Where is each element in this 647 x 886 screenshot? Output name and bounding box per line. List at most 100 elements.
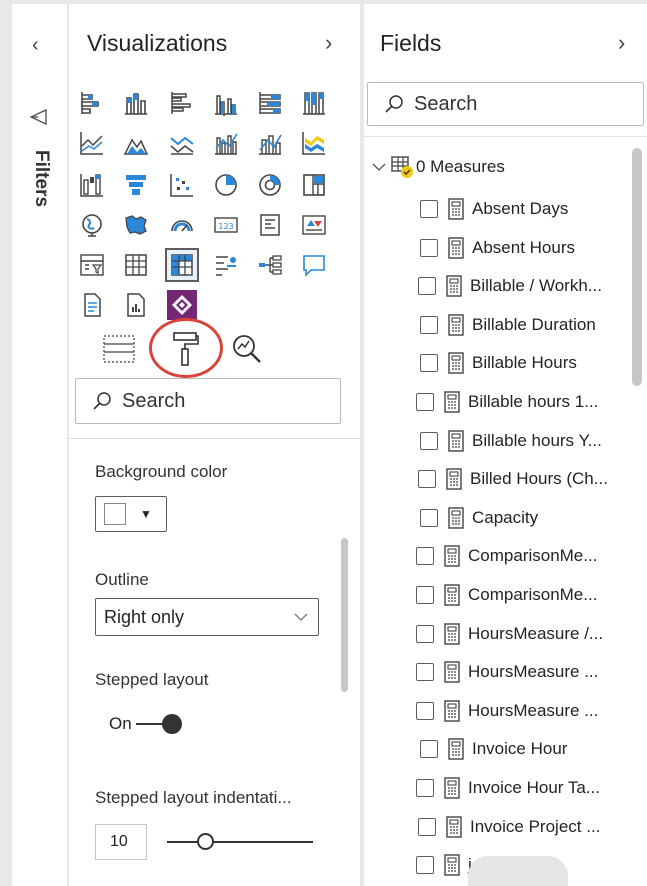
- stacked-area-chart-icon[interactable]: [167, 128, 197, 158]
- field-label: Invoice Hour: [472, 739, 568, 758]
- field-checkbox[interactable]: [420, 200, 438, 218]
- field-checkbox[interactable]: [418, 818, 436, 836]
- 100-stacked-column-chart-icon[interactable]: [299, 88, 329, 118]
- field-checkbox[interactable]: [416, 393, 434, 411]
- field-label: Absent Days: [472, 199, 569, 218]
- qa-icon[interactable]: [299, 250, 329, 280]
- field-checkbox[interactable]: [420, 432, 438, 450]
- outline-dropdown[interactable]: Right only: [95, 598, 319, 636]
- outline-label: Outline: [95, 570, 149, 589]
- card-icon[interactable]: 123: [211, 210, 241, 240]
- chevron-right-icon[interactable]: ›: [325, 30, 332, 56]
- gauge-icon[interactable]: [167, 210, 197, 240]
- slicer-icon[interactable]: [77, 250, 107, 280]
- indentation-slider[interactable]: [167, 833, 313, 850]
- area-chart-icon[interactable]: [121, 128, 151, 158]
- svg-text:123: 123: [218, 222, 233, 231]
- ribbon-chart-icon[interactable]: [299, 128, 329, 158]
- field-item[interactable]: HoursMeasure /...: [416, 617, 628, 651]
- background-color-picker[interactable]: ▼: [95, 496, 167, 532]
- visualizations-search-box[interactable]: Search: [75, 378, 341, 424]
- donut-chart-icon[interactable]: [255, 170, 285, 200]
- field-checkbox[interactable]: [420, 239, 438, 257]
- field-checkbox[interactable]: [416, 625, 434, 643]
- matrix-icon[interactable]: [165, 248, 199, 282]
- field-checkbox[interactable]: [420, 354, 438, 372]
- field-checkbox[interactable]: [416, 663, 434, 681]
- field-item[interactable]: Capacity: [420, 501, 632, 535]
- funnel-chart-icon[interactable]: [121, 170, 151, 200]
- stacked-bar-chart-icon[interactable]: [77, 88, 107, 118]
- key-influencers-icon[interactable]: [211, 250, 241, 280]
- line-clustered-column-icon[interactable]: [211, 128, 241, 158]
- field-item[interactable]: Invoice Hour Ta...: [416, 771, 628, 805]
- field-checkbox[interactable]: [416, 586, 434, 604]
- field-item[interactable]: Invoice Project ...: [418, 810, 630, 844]
- field-item[interactable]: Billable Hours: [420, 346, 632, 380]
- stepped-layout-indentation-label: Stepped layout indentati...: [95, 788, 292, 807]
- paginated-report-icon[interactable]: [121, 290, 151, 320]
- slider-thumb[interactable]: [197, 833, 214, 850]
- scatter-chart-icon[interactable]: [167, 170, 197, 200]
- filters-pane-collapsed[interactable]: ‹ Filters: [12, 4, 68, 886]
- measures-table-node[interactable]: 0 Measures: [372, 154, 505, 180]
- filled-map-icon[interactable]: [121, 210, 151, 240]
- field-checkbox[interactable]: [416, 856, 434, 874]
- clustered-column-chart-icon[interactable]: [211, 88, 241, 118]
- search-placeholder: Search: [122, 389, 186, 412]
- format-paint-roller-icon[interactable]: [165, 326, 205, 372]
- field-item[interactable]: ComparisonMe...: [416, 539, 628, 573]
- fields-search-box[interactable]: Search: [367, 82, 644, 126]
- field-item[interactable]: Billed Hours (Ch...: [418, 462, 630, 496]
- multi-row-card-icon[interactable]: [255, 210, 285, 240]
- background-color-label: Background color: [95, 462, 228, 481]
- waterfall-chart-icon[interactable]: [77, 170, 107, 200]
- stepped-layout-label: Stepped layout: [95, 670, 209, 689]
- field-checkbox[interactable]: [418, 470, 436, 488]
- field-item[interactable]: Billable hours Y...: [420, 424, 632, 458]
- field-checkbox[interactable]: [418, 277, 436, 295]
- field-item[interactable]: HoursMeasure ...: [416, 694, 628, 728]
- chevron-right-icon[interactable]: ›: [618, 30, 625, 56]
- field-checkbox[interactable]: [416, 547, 434, 565]
- analytics-magnifier-icon[interactable]: [227, 326, 267, 372]
- field-item[interactable]: ComparisonMe...: [416, 578, 628, 612]
- fields-tab-icon[interactable]: [99, 326, 139, 372]
- field-checkbox[interactable]: [416, 702, 434, 720]
- field-item[interactable]: Invoice Hour: [420, 732, 632, 766]
- decomposition-tree-icon[interactable]: [255, 250, 285, 280]
- chevron-left-icon[interactable]: ‹: [32, 34, 39, 57]
- field-checkbox[interactable]: [420, 316, 438, 334]
- field-checkbox[interactable]: [420, 740, 438, 758]
- toggle-knob[interactable]: [161, 714, 182, 734]
- smart-narrative-icon[interactable]: [77, 290, 107, 320]
- fields-scrollbar[interactable]: [632, 148, 642, 386]
- format-pane-scrollbar[interactable]: [341, 538, 348, 692]
- field-item[interactable]: Billable hours 1...: [416, 385, 628, 419]
- indentation-input[interactable]: 10: [95, 824, 147, 860]
- table-icon[interactable]: [121, 250, 151, 280]
- pie-chart-icon[interactable]: [211, 170, 241, 200]
- line-stacked-column-icon[interactable]: [255, 128, 285, 158]
- line-chart-icon[interactable]: [77, 128, 107, 158]
- field-item[interactable]: HoursMeasure ...: [416, 655, 628, 689]
- field-item[interactable]: Billable / Workh...: [418, 269, 630, 303]
- field-checkbox[interactable]: [420, 509, 438, 527]
- field-item[interactable]: Billable Duration: [420, 308, 632, 342]
- treemap-icon[interactable]: [299, 170, 329, 200]
- field-item[interactable]: Absent Hours: [420, 231, 632, 265]
- stepped-layout-toggle[interactable]: On: [109, 714, 182, 734]
- field-checkbox[interactable]: [416, 779, 434, 797]
- filters-label: Filters: [31, 150, 52, 208]
- clustered-bar-chart-icon[interactable]: [167, 88, 197, 118]
- field-item[interactable]: Absent Days: [420, 192, 632, 226]
- field-label: ComparisonMe...: [468, 585, 598, 604]
- calculator-icon: [444, 391, 460, 413]
- map-icon[interactable]: [77, 210, 107, 240]
- power-apps-icon[interactable]: [167, 290, 197, 320]
- stacked-column-chart-icon[interactable]: [121, 88, 151, 118]
- kpi-icon[interactable]: [299, 210, 329, 240]
- calculator-icon: [444, 700, 460, 722]
- 100-stacked-bar-chart-icon[interactable]: [255, 88, 285, 118]
- search-placeholder: Search: [414, 92, 478, 115]
